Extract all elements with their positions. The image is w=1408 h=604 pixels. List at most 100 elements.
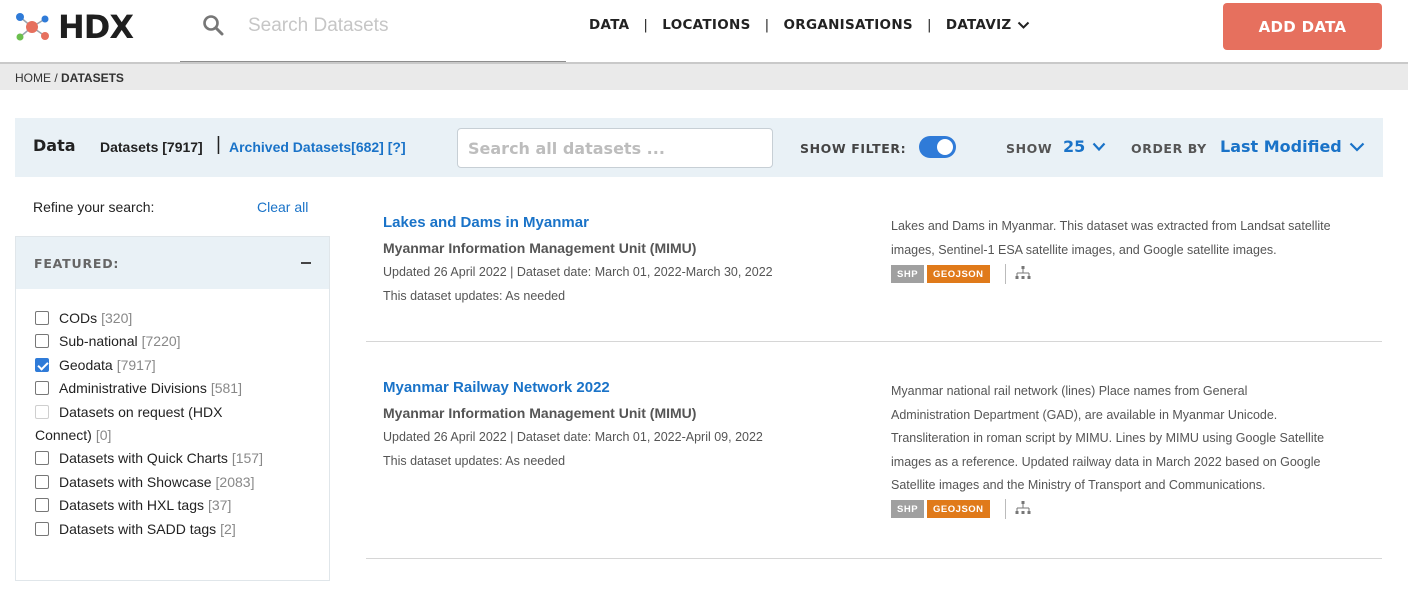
filter-quick-charts[interactable]: Datasets with Quick Charts [157] [35,447,325,470]
description-line: Transliteration in roman script by MIMU.… [891,431,1325,445]
checkbox[interactable] [35,334,49,349]
add-data-button[interactable]: ADD DATA [1223,3,1382,50]
filter-hxl-tags[interactable]: Datasets with HXL tags [37] [35,494,325,517]
dataset-item: Myanmar Railway Network 2022 Myanmar Inf… [366,365,1382,555]
filter-label-continued: Connect) [35,427,92,444]
nav-separator: | [764,17,770,33]
filter-geodata[interactable]: Geodata [7917] [35,354,325,377]
checkbox[interactable] [35,474,49,489]
breadcrumb-separator: / [51,71,62,85]
nav-locations[interactable]: LOCATIONS [662,17,750,33]
dataset-divider [366,341,1382,342]
checkbox[interactable] [35,521,49,536]
chevron-down-icon [1092,142,1106,151]
description-line: Myanmar national rail network (lines) Pl… [891,384,1248,398]
description-line: Administration Department (GAD), are ava… [891,407,1278,422]
dataset-search [457,128,773,168]
dataset-description: Lakes and Dams in Myanmar. This dataset … [891,215,1361,262]
collapse-icon[interactable] [301,262,311,264]
description-line: Satellite images and the Ministry of Tra… [891,478,1266,492]
dataset-item: Lakes and Dams in Myanmar Myanmar Inform… [366,200,1382,340]
filter-count: [581] [210,380,242,397]
filter-showcase[interactable]: Datasets with Showcase [2083] [35,471,325,494]
description-line: images as a reference. Updated railway d… [891,454,1321,469]
dataset-search-input[interactable] [458,129,772,167]
filter-count: [2083] [215,473,255,490]
data-toolbar: Data Datasets [7917] | Archived Datasets… [15,118,1383,177]
breadcrumb-current: DATASETS [61,71,124,85]
checkbox[interactable] [35,311,49,325]
dataset-frequency: This dataset updates: As needed [383,289,566,303]
dataset-format-tags: SHP GEOJSON [891,264,1032,284]
checkbox[interactable] [35,451,49,466]
filter-label: Sub-national [59,333,138,350]
order-by-value: Last Modified [1220,137,1342,156]
show-count-select[interactable]: 25 [1063,137,1106,156]
filter-cods[interactable]: CODs [320] [35,307,325,330]
global-search-input[interactable] [248,12,548,40]
filter-administrative-divisions[interactable]: Administrative Divisions [581] [35,377,325,400]
nav-data[interactable]: DATA [589,17,629,33]
search-icon[interactable] [202,14,224,36]
tag-separator [1004,264,1006,284]
filter-count: [2] [220,520,236,537]
tab-separator: | [216,134,221,155]
hdx-logo-icon [16,13,49,41]
filter-count: [320] [101,310,133,326]
show-filter-toggle[interactable] [919,136,956,158]
hdx-logo[interactable]: HDX [12,8,134,46]
clear-all-link[interactable]: Clear all [257,199,308,215]
format-tag-shp[interactable]: SHP [891,500,925,518]
filter-label: Datasets with HXL tags [59,497,204,514]
order-by-select[interactable]: Last Modified [1220,137,1365,156]
filter-label: Datasets with SADD tags [59,520,217,537]
dataset-frequency: This dataset updates: As needed [383,454,566,468]
show-label: SHOW [1006,141,1053,156]
dataset-organisation[interactable]: Myanmar Information Management Unit (MIM… [383,405,696,421]
dataset-updated: Updated 26 April 2022 | Dataset date: Ma… [383,265,773,279]
main-nav: DATA | LOCATIONS | ORGANISATIONS | DATAV… [589,17,1030,33]
format-tag-geojson[interactable]: GEOJSON [927,500,990,518]
toggle-knob [937,139,953,155]
dataset-title-link[interactable]: Myanmar Railway Network 2022 [383,379,610,396]
geopreview-icon[interactable] [1014,266,1032,282]
breadcrumb: HOME / DATASETS [15,71,124,85]
dataset-divider [366,558,1382,559]
filter-label: CODs [59,310,98,326]
nav-separator: | [926,17,932,33]
filter-datasets-on-request: Datasets on request (HDX Connect) [0] [35,401,325,448]
nav-organisations[interactable]: ORGANISATIONS [783,17,912,33]
format-tag-shp[interactable]: SHP [891,265,925,283]
checkbox[interactable] [35,498,49,513]
dataset-organisation[interactable]: Myanmar Information Management Unit (MIM… [383,240,696,256]
nav-separator: | [643,17,649,33]
page-title: Data [33,136,76,155]
featured-filter-header[interactable]: FEATURED: [16,237,329,289]
filter-label: Datasets on request (HDX [59,403,223,420]
top-header: HDX DATA | LOCATIONS | ORGANISATIONS | D… [0,0,1408,64]
logo-text: HDX [58,8,134,46]
breadcrumb-home[interactable]: HOME [15,71,51,85]
filter-label: Geodata [59,356,113,373]
geopreview-icon[interactable] [1014,501,1032,517]
show-filter-label: SHOW FILTER: [800,141,907,156]
checkbox-checked[interactable] [35,357,49,372]
checkbox[interactable] [35,381,49,396]
filter-sadd-tags[interactable]: Datasets with SADD tags [2] [35,518,325,541]
nav-dataviz[interactable]: DATAVIZ [946,17,1030,33]
filter-count: [157] [231,450,263,467]
tab-datasets[interactable]: Datasets [7917] [100,139,203,155]
dataset-title-link[interactable]: Lakes and Dams in Myanmar [383,214,589,231]
filter-sub-national[interactable]: Sub-national [7220] [35,330,325,353]
tab-archived-datasets[interactable]: Archived Datasets[682] [?] [229,139,406,155]
format-tag-geojson[interactable]: GEOJSON [927,265,990,283]
featured-filter-panel: FEATURED: CODs [320] Sub-national [7220] G… [15,236,330,581]
show-count-value: 25 [1063,137,1086,156]
dataset-description: Myanmar national rail network (lines) Pl… [891,380,1361,498]
description-line: Lakes and Dams in Myanmar. This dataset … [891,219,1331,233]
filter-count: [7917] [116,356,156,373]
filter-count: [0] [95,427,112,444]
filter-label: Administrative Divisions [59,380,207,397]
description-line: images, Sentinel-1 ESA satellite images,… [891,242,1277,257]
filter-label: Datasets with Quick Charts [59,450,228,467]
